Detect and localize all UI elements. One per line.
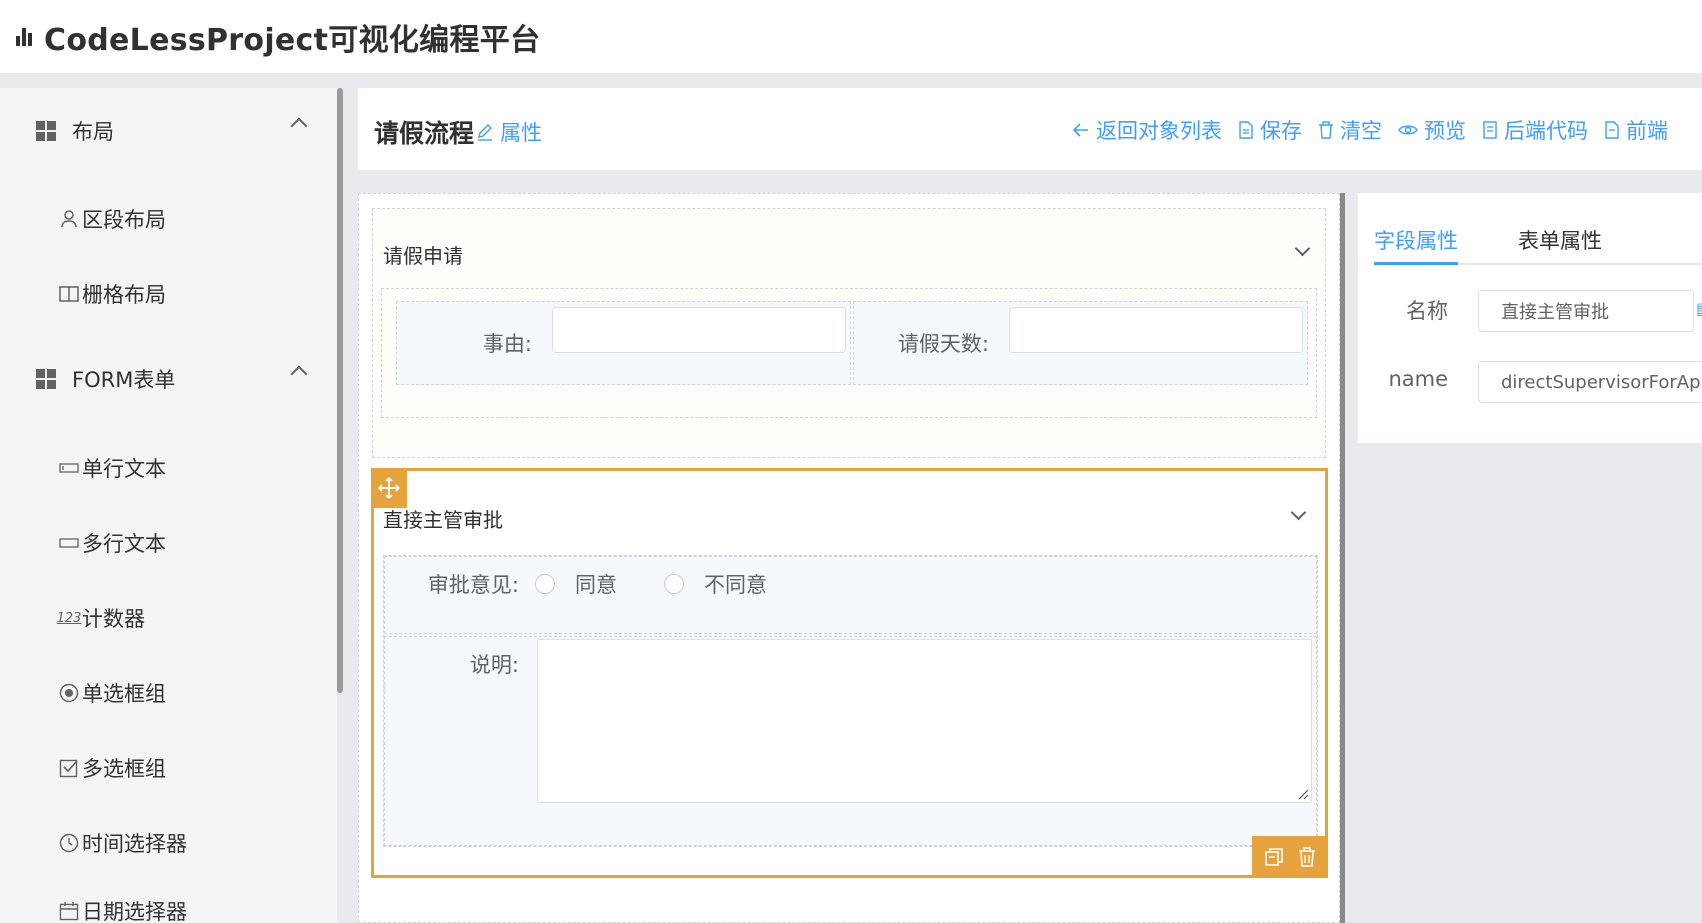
grid-column: 请假天数: bbox=[853, 301, 1308, 385]
save-button[interactable]: 保存 bbox=[1238, 115, 1302, 145]
radio-option-agree[interactable]: 同意 bbox=[535, 569, 617, 599]
clock-icon bbox=[58, 832, 80, 854]
eye-icon bbox=[1398, 125, 1418, 135]
calendar-icon bbox=[58, 900, 80, 922]
textarea-icon bbox=[58, 532, 80, 554]
tab-field-properties[interactable]: 字段属性 bbox=[1374, 225, 1458, 255]
form-title: 请假流程 bbox=[374, 119, 475, 148]
sidebar-scrollbar[interactable] bbox=[337, 88, 343, 693]
property-panel: 字段属性 表单属性 名称 直接主管审批 ▤ name directSupervi… bbox=[1358, 193, 1702, 443]
edit-icon[interactable]: ▤ bbox=[1696, 299, 1702, 318]
move-handle-icon[interactable] bbox=[371, 468, 407, 508]
reason-input[interactable] bbox=[552, 307, 846, 353]
section-supervisor-approval[interactable]: 直接主管审批 审批意见: 同意 不同意 说明: bbox=[371, 468, 1328, 878]
bar-chart-icon bbox=[16, 27, 34, 46]
sidebar-item-multi-line-text[interactable]: 多行文本 bbox=[58, 523, 166, 563]
section-title: 请假申请 bbox=[383, 244, 463, 268]
edit-icon bbox=[478, 124, 492, 141]
radio-option-disagree[interactable]: 不同意 bbox=[664, 569, 767, 599]
approval-row: 审批意见: 同意 不同意 bbox=[384, 556, 1317, 634]
number-icon: 123 bbox=[56, 610, 82, 626]
field-label: 请假天数: bbox=[897, 332, 989, 356]
app-title: CodeLessProject可视化编程平台 bbox=[44, 22, 541, 58]
chevron-up-icon[interactable] bbox=[290, 365, 308, 383]
section-body: 审批意见: 同意 不同意 说明: bbox=[383, 555, 1318, 847]
property-label: 名称 bbox=[1406, 299, 1448, 323]
clear-button[interactable]: 清空 bbox=[1318, 115, 1382, 145]
copy-icon[interactable] bbox=[1264, 847, 1284, 867]
trash-icon bbox=[1319, 121, 1333, 139]
sidebar-item-time-picker[interactable]: 时间选择器 bbox=[58, 823, 187, 863]
remark-textarea[interactable] bbox=[537, 639, 1312, 803]
tab-form-properties[interactable]: 表单属性 bbox=[1518, 225, 1602, 255]
grid-row: 事由: 请假天数: bbox=[381, 288, 1317, 418]
radio-button[interactable] bbox=[664, 574, 684, 594]
sidebar-item-single-line-text[interactable]: 单行文本 bbox=[58, 448, 166, 488]
sidebar-item-counter[interactable]: 123 计数器 bbox=[56, 598, 145, 638]
grid-icon bbox=[36, 121, 56, 141]
field-label: 说明: bbox=[469, 653, 519, 677]
chevron-down-icon[interactable] bbox=[1294, 240, 1311, 257]
toolbar: 返回对象列表 保存 清空 预览 后端代码 前端 bbox=[1072, 115, 1668, 145]
sidebar-group-form[interactable]: FORM表单 bbox=[0, 354, 337, 404]
form-header: 请假流程 属性 返回对象列表 保存 清空 预览 后端代码 前端 bbox=[358, 88, 1702, 170]
radio-icon bbox=[58, 682, 80, 704]
component-sidebar: 布局 区段布局 栅格布局 FORM表单 单行文本 多行文本 123 计数器 单选… bbox=[0, 88, 337, 923]
section-title: 直接主管审批 bbox=[383, 508, 503, 532]
leave-days-input[interactable] bbox=[1009, 307, 1303, 353]
chevron-down-icon[interactable] bbox=[1290, 504, 1307, 521]
user-icon bbox=[58, 208, 80, 230]
trash-icon[interactable] bbox=[1298, 847, 1316, 867]
group-label: FORM表单 bbox=[72, 368, 176, 392]
sidebar-item-radio-group[interactable]: 单选框组 bbox=[58, 673, 166, 713]
radio-button[interactable] bbox=[535, 574, 555, 594]
input-icon bbox=[58, 457, 80, 479]
document-icon bbox=[1605, 121, 1619, 139]
section-leave-request[interactable]: 请假申请 事由: 请假天数: bbox=[372, 208, 1326, 458]
section-actions bbox=[1252, 836, 1328, 878]
group-label: 布局 bbox=[72, 120, 114, 144]
sidebar-item-grid-layout[interactable]: 栅格布局 bbox=[58, 274, 166, 314]
form-attributes-link[interactable]: 属性 bbox=[476, 117, 542, 147]
columns-icon bbox=[58, 283, 80, 305]
sidebar-item-checkbox-group[interactable]: 多选框组 bbox=[58, 748, 166, 788]
back-to-list-button[interactable]: 返回对象列表 bbox=[1072, 115, 1222, 145]
resize-handle-icon[interactable] bbox=[1297, 788, 1309, 800]
canvas-scrollbar[interactable] bbox=[1340, 193, 1345, 923]
field-label: 审批意见: bbox=[427, 573, 519, 597]
sidebar-item-section-layout[interactable]: 区段布局 bbox=[58, 199, 166, 239]
document-icon bbox=[1239, 121, 1253, 139]
document-icon bbox=[1483, 121, 1497, 139]
remark-row: 说明: bbox=[384, 636, 1317, 846]
field-label: 事由: bbox=[482, 332, 532, 356]
name-field[interactable]: 直接主管审批 bbox=[1478, 290, 1694, 332]
property-label: name bbox=[1388, 367, 1448, 391]
frontend-code-button[interactable]: 前端 bbox=[1604, 115, 1668, 145]
chevron-up-icon[interactable] bbox=[290, 117, 308, 135]
backend-code-button[interactable]: 后端代码 bbox=[1482, 115, 1588, 145]
preview-button[interactable]: 预览 bbox=[1398, 115, 1466, 145]
grid-column: 事由: bbox=[396, 301, 851, 385]
top-bar: CodeLessProject可视化编程平台 bbox=[0, 0, 1702, 73]
active-tab-indicator bbox=[1374, 262, 1458, 265]
name-id-field[interactable]: directSupervisorForAppro bbox=[1478, 361, 1702, 403]
checkbox-icon bbox=[58, 757, 80, 779]
sidebar-group-layout[interactable]: 布局 bbox=[0, 106, 337, 156]
sidebar-item-date-picker[interactable]: 日期选择器 bbox=[58, 891, 187, 923]
arrow-left-icon bbox=[1072, 123, 1088, 137]
grid-icon bbox=[36, 369, 56, 389]
